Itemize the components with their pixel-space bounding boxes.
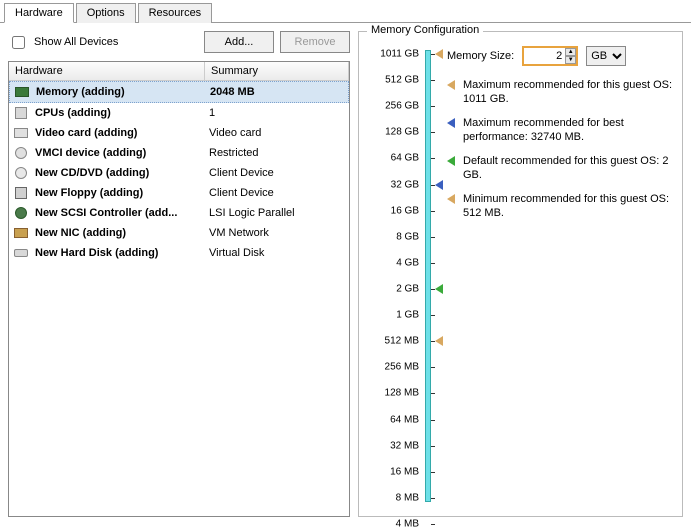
scale-label: 1 GB: [396, 310, 419, 321]
memory-scale[interactable]: 1011 GB 512 GB 256 GB 128 GB 64 GB 32 GB 16 GB…: [367, 44, 439, 508]
scale-label: 32 MB: [390, 440, 419, 451]
hardware-summary: Client Device: [209, 167, 345, 179]
table-row[interactable]: CPUs (adding)1: [9, 103, 349, 123]
column-header-summary[interactable]: Summary: [205, 62, 349, 80]
table-row[interactable]: New SCSI Controller (add...LSI Logic Par…: [9, 203, 349, 223]
memory-scale-bar: [425, 50, 431, 502]
video-icon: [13, 125, 29, 141]
table-row[interactable]: Memory (adding)2048 MB: [9, 81, 349, 103]
scale-label: 256 MB: [385, 362, 419, 373]
memory-size-down[interactable]: ▼: [565, 56, 576, 64]
show-all-devices-checkbox[interactable]: Show All Devices: [8, 33, 118, 52]
hardware-summary: Video card: [209, 127, 345, 139]
scale-marker-icon: [435, 49, 443, 59]
scale-label: 1011 GB: [380, 49, 419, 60]
note-marker-icon: [447, 118, 455, 128]
hardware-name: CPUs (adding): [35, 107, 209, 119]
tab-hardware[interactable]: Hardware: [4, 3, 74, 23]
hardware-summary: 2048 MB: [210, 86, 344, 98]
hardware-name: New Hard Disk (adding): [35, 247, 209, 259]
memory-note: Default recommended for this guest OS: 2…: [447, 154, 674, 182]
scale-label: 32 GB: [391, 179, 419, 190]
note-text: Maximum recommended for best performance…: [463, 116, 674, 144]
scale-label: 64 MB: [390, 414, 419, 425]
table-row[interactable]: New Hard Disk (adding)Virtual Disk: [9, 243, 349, 263]
cpu-icon: [13, 105, 29, 121]
add-button[interactable]: Add...: [204, 31, 274, 53]
table-row[interactable]: VMCI device (adding)Restricted: [9, 143, 349, 163]
scsi-icon: [13, 205, 29, 221]
hardware-name: VMCI device (adding): [35, 147, 209, 159]
memory-note: Maximum recommended for best performance…: [447, 116, 674, 144]
tab-resources[interactable]: Resources: [138, 3, 213, 23]
note-marker-icon: [447, 156, 455, 166]
note-text: Maximum recommended for this guest OS: 1…: [463, 78, 674, 106]
note-marker-icon: [447, 194, 455, 204]
memory-size-label: Memory Size:: [447, 50, 514, 62]
memory-note: Maximum recommended for this guest OS: 1…: [447, 78, 674, 106]
table-row[interactable]: Video card (adding)Video card: [9, 123, 349, 143]
scale-label: 512 GB: [385, 75, 419, 86]
nic-icon: [13, 225, 29, 241]
hardware-table-header: Hardware Summary: [9, 62, 349, 81]
scale-marker-icon: [435, 180, 443, 190]
floppy-icon: [13, 185, 29, 201]
hardware-name: New CD/DVD (adding): [35, 167, 209, 179]
scale-marker-icon: [435, 284, 443, 294]
cd-icon: [13, 165, 29, 181]
note-text: Default recommended for this guest OS: 2…: [463, 154, 674, 182]
tab-options[interactable]: Options: [76, 3, 136, 23]
memory-note: Minimum recommended for this guest OS: 5…: [447, 192, 674, 220]
scale-label: 16 MB: [390, 466, 419, 477]
hardware-summary: Restricted: [209, 147, 345, 159]
memory-icon: [14, 84, 30, 100]
table-row[interactable]: New CD/DVD (adding)Client Device: [9, 163, 349, 183]
scale-label: 2 GB: [396, 284, 419, 295]
hardware-summary: LSI Logic Parallel: [209, 207, 345, 219]
scale-label: 256 GB: [385, 101, 419, 112]
note-text: Minimum recommended for this guest OS: 5…: [463, 192, 674, 220]
hardware-summary: Virtual Disk: [209, 247, 345, 259]
scale-label: 128 GB: [385, 127, 419, 138]
scale-label: 128 MB: [385, 388, 419, 399]
column-header-hardware[interactable]: Hardware: [9, 62, 205, 80]
disk-icon: [13, 245, 29, 261]
hardware-summary: VM Network: [209, 227, 345, 239]
hardware-summary: 1: [209, 107, 345, 119]
remove-button: Remove: [280, 31, 350, 53]
show-all-devices-input[interactable]: [12, 36, 25, 49]
group-title: Memory Configuration: [367, 24, 483, 36]
memory-size-up[interactable]: ▲: [565, 48, 576, 56]
scale-marker-icon: [435, 336, 443, 346]
hardware-name: New Floppy (adding): [35, 187, 209, 199]
show-all-devices-label: Show All Devices: [34, 36, 118, 48]
scale-label: 4 GB: [396, 257, 419, 268]
table-row[interactable]: New NIC (adding)VM Network: [9, 223, 349, 243]
memory-configuration-group: Memory Configuration 1011 GB512 GB256 GB…: [358, 31, 683, 517]
table-row[interactable]: New Floppy (adding)Client Device: [9, 183, 349, 203]
hardware-name: New NIC (adding): [35, 227, 209, 239]
vmci-icon: [13, 145, 29, 161]
hardware-name: New SCSI Controller (add...: [35, 207, 209, 219]
scale-label: 64 GB: [391, 153, 419, 164]
memory-unit-select[interactable]: GB: [586, 46, 626, 66]
note-marker-icon: [447, 80, 455, 90]
hardware-name: Video card (adding): [35, 127, 209, 139]
scale-label: 4 MB: [396, 519, 419, 530]
scale-label: 512 MB: [385, 336, 419, 347]
hardware-table: Hardware Summary Memory (adding)2048 MBC…: [8, 61, 350, 517]
scale-label: 16 GB: [391, 205, 419, 216]
hardware-name: Memory (adding): [36, 86, 210, 98]
scale-label: 8 GB: [396, 231, 419, 242]
hardware-summary: Client Device: [209, 187, 345, 199]
scale-label: 8 MB: [396, 492, 419, 503]
tab-strip: Hardware Options Resources: [0, 0, 691, 23]
